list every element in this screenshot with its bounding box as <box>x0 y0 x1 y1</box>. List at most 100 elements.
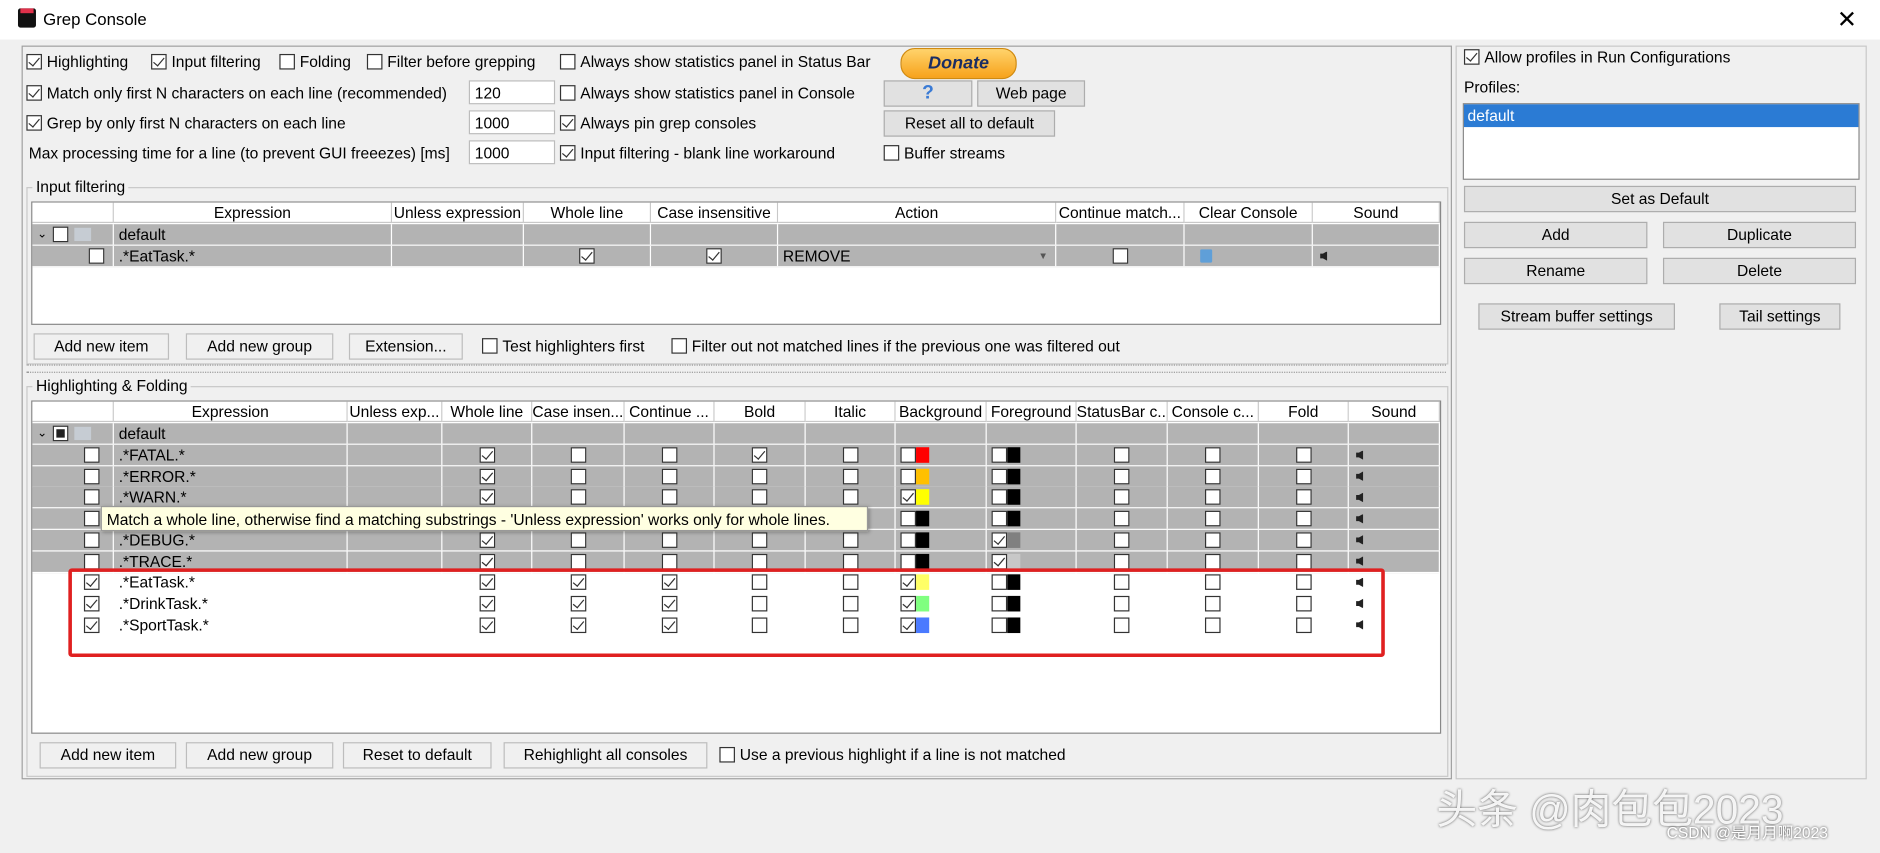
background-color[interactable] <box>900 532 930 548</box>
column-header[interactable]: Action <box>778 202 1057 224</box>
italic-checkbox[interactable] <box>842 447 858 463</box>
sound-icon[interactable] <box>1356 513 1364 524</box>
folding-option[interactable]: Folding <box>279 53 351 71</box>
fold-checkbox[interactable] <box>1295 553 1312 569</box>
foreground-color[interactable] <box>991 553 1021 569</box>
console-checkbox[interactable] <box>1204 510 1221 527</box>
statusbar-checkbox[interactable] <box>1113 616 1130 633</box>
continue-checkbox[interactable] <box>1112 248 1128 264</box>
sound-icon[interactable] <box>1356 598 1364 609</box>
color-swatch[interactable] <box>916 532 930 548</box>
fold-checkbox[interactable] <box>1295 510 1312 527</box>
console-checkbox[interactable] <box>1204 595 1221 612</box>
use-previous-checkbox[interactable] <box>719 746 735 763</box>
enabled-checkbox[interactable] <box>83 616 100 633</box>
foreground-color-checkbox[interactable] <box>991 510 1008 527</box>
extension-button[interactable]: Extension... <box>348 333 463 360</box>
italic-checkbox[interactable] <box>842 468 858 485</box>
column-header[interactable]: Italic <box>805 401 896 423</box>
reset-to-default-button[interactable]: Reset to default <box>342 742 492 769</box>
use-previous-option[interactable]: Use a previous highlight if a line is no… <box>719 746 1066 764</box>
donate-button[interactable]: Donate <box>900 47 1017 80</box>
fold-checkbox[interactable] <box>1295 468 1312 485</box>
foreground-color[interactable] <box>991 447 1021 463</box>
highlight-row[interactable]: .*ERROR.* <box>32 466 1440 488</box>
fold-checkbox[interactable] <box>1295 574 1312 591</box>
enabled-checkbox[interactable] <box>83 447 100 463</box>
hl-add-item-button[interactable]: Add new item <box>39 742 177 769</box>
continue-checkbox[interactable] <box>661 532 677 548</box>
case-checkbox[interactable] <box>570 468 586 485</box>
delete-profile-button[interactable]: Delete <box>1662 257 1857 285</box>
foreground-color[interactable] <box>991 574 1021 591</box>
enabled-checkbox[interactable] <box>83 595 100 612</box>
whole-line-checkbox[interactable] <box>478 595 495 612</box>
italic-checkbox[interactable] <box>842 553 858 569</box>
enabled-checkbox[interactable] <box>83 532 100 548</box>
background-color[interactable] <box>900 553 930 569</box>
sound-icon[interactable] <box>1356 535 1364 545</box>
background-color-checkbox[interactable] <box>900 489 917 506</box>
help-button[interactable]: ? <box>883 80 973 107</box>
blank-line-option[interactable]: Input filtering - blank line workaround <box>559 144 835 162</box>
console-checkbox[interactable] <box>1204 553 1221 569</box>
duplicate-profile-button[interactable]: Duplicate <box>1662 221 1857 249</box>
whole-line-checkbox[interactable] <box>478 553 495 569</box>
statusbar-checkbox[interactable] <box>1113 510 1130 527</box>
highlight-row[interactable]: .*FATAL.* <box>32 444 1440 467</box>
color-swatch[interactable] <box>916 510 930 527</box>
fold-checkbox[interactable] <box>1295 447 1312 463</box>
reset-all-button[interactable]: Reset all to default <box>883 110 1056 137</box>
filter-before-grepping-option[interactable]: Filter before grepping <box>366 53 535 71</box>
italic-checkbox[interactable] <box>842 489 858 506</box>
background-color[interactable] <box>900 510 930 527</box>
hl-add-group-button[interactable]: Add new group <box>185 742 334 769</box>
case-checkbox[interactable] <box>570 489 586 506</box>
stream-buffer-button[interactable]: Stream buffer settings <box>1478 303 1675 330</box>
color-swatch[interactable] <box>916 447 930 463</box>
italic-checkbox[interactable] <box>842 532 858 548</box>
bold-checkbox[interactable] <box>751 595 768 612</box>
if-add-group-button[interactable]: Add new group <box>185 333 334 360</box>
column-header[interactable]: Fold <box>1258 401 1349 423</box>
enabled-checkbox[interactable] <box>88 248 105 264</box>
sound-icon[interactable] <box>1356 577 1364 588</box>
if-add-item-button[interactable]: Add new item <box>33 333 170 360</box>
highlighting-option[interactable]: Highlighting <box>26 53 128 71</box>
buffer-streams-checkbox[interactable] <box>883 145 900 161</box>
color-swatch[interactable] <box>1007 595 1021 612</box>
grep-first-n-input[interactable]: 1000 <box>468 110 556 135</box>
blank-line-checkbox[interactable] <box>559 145 576 161</box>
background-color-checkbox[interactable] <box>900 447 917 463</box>
pin-consoles-option[interactable]: Always pin grep consoles <box>559 114 756 132</box>
column-header[interactable]: Foreground <box>986 401 1077 423</box>
color-swatch[interactable] <box>916 468 930 485</box>
case-checkbox[interactable] <box>570 595 586 612</box>
bold-checkbox[interactable] <box>751 468 768 485</box>
whole-line-checkbox[interactable] <box>478 447 495 463</box>
rename-profile-button[interactable]: Rename <box>1463 257 1648 285</box>
allow-profiles-checkbox[interactable] <box>1463 49 1480 65</box>
foreground-color-checkbox[interactable] <box>991 532 1008 548</box>
italic-checkbox[interactable] <box>842 574 858 591</box>
input-filtering-option[interactable]: Input filtering <box>151 53 261 71</box>
sound-icon[interactable] <box>1356 619 1364 630</box>
column-header[interactable] <box>32 401 114 423</box>
highlight-row[interactable]: .*DrinkTask.* <box>32 593 1440 614</box>
enabled-checkbox[interactable] <box>83 553 100 569</box>
console-checkbox[interactable] <box>1204 447 1221 463</box>
foreground-color[interactable] <box>991 532 1021 548</box>
background-color[interactable] <box>900 468 930 485</box>
bold-checkbox[interactable] <box>751 447 768 463</box>
column-header[interactable]: Sound <box>1348 401 1440 423</box>
continue-checkbox[interactable] <box>661 595 677 612</box>
group-checkbox[interactable] <box>53 425 69 442</box>
foreground-color[interactable] <box>991 616 1021 633</box>
whole-line-checkbox[interactable] <box>478 468 495 485</box>
expand-chevron-icon[interactable]: ⌄ <box>37 228 47 241</box>
test-highlighters-option[interactable]: Test highlighters first <box>481 337 644 355</box>
allow-profiles-option[interactable]: Allow profiles in Run Configurations <box>1463 48 1730 66</box>
foreground-color-checkbox[interactable] <box>991 595 1008 612</box>
console-checkbox[interactable] <box>1204 574 1221 591</box>
continue-checkbox[interactable] <box>661 553 677 569</box>
